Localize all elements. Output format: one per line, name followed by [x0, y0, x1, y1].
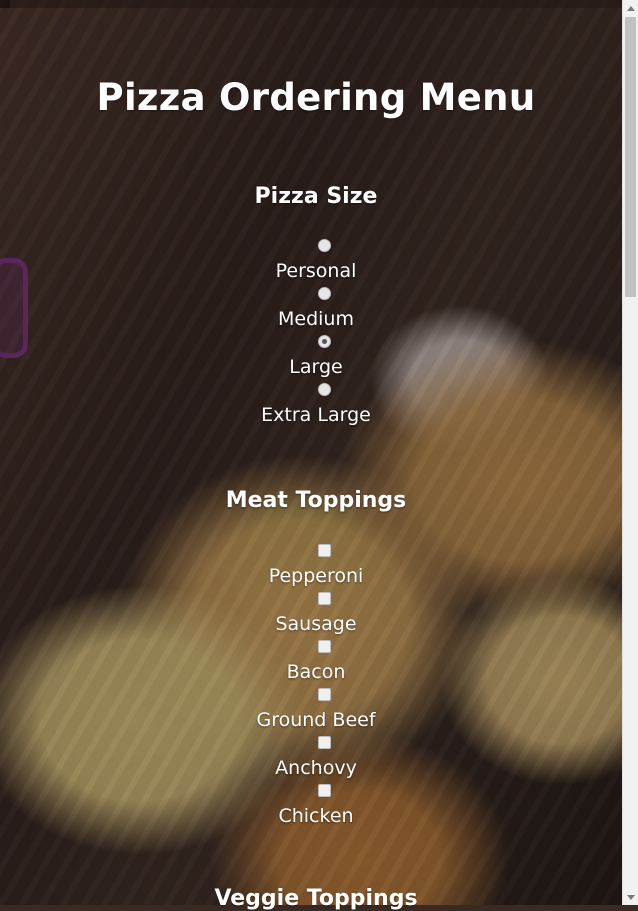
page-title: Pizza Ordering Menu: [96, 76, 536, 119]
size-label-extra-large: Extra Large: [261, 404, 371, 426]
meat-checkbox-sausage[interactable]: [318, 592, 331, 605]
scroll-down-arrow-icon[interactable]: [623, 889, 638, 905]
scroll-thumb[interactable]: [625, 17, 636, 297]
meat-label-pepperoni: Pepperoni: [268, 565, 364, 587]
meat-label-anchovy: Anchovy: [275, 757, 357, 779]
size-radio-large[interactable]: [318, 335, 331, 348]
meat-label-bacon: Bacon: [286, 661, 346, 683]
meat-checkbox-anchovy[interactable]: [318, 736, 331, 749]
top-edge: [0, 0, 622, 8]
size-radio-medium[interactable]: [318, 287, 331, 300]
meat-checkbox-bacon[interactable]: [318, 640, 331, 653]
vertical-scrollbar[interactable]: [622, 0, 638, 905]
meat-label-ground-beef: Ground Beef: [256, 709, 376, 731]
size-label-large: Large: [289, 356, 343, 378]
meat-checkbox-ground-beef[interactable]: [318, 688, 331, 701]
size-radio-personal[interactable]: [318, 239, 331, 252]
size-label-medium: Medium: [278, 308, 354, 330]
left-edge: [0, 0, 10, 905]
meat-label-chicken: Chicken: [278, 805, 354, 827]
size-radio-extra-large[interactable]: [318, 383, 331, 396]
size-label-personal: Personal: [275, 260, 357, 282]
veggie-heading: Veggie Toppings: [214, 886, 418, 911]
size-heading: Pizza Size: [254, 184, 378, 209]
meat-heading: Meat Toppings: [225, 488, 407, 513]
scroll-up-arrow-icon[interactable]: [623, 0, 638, 16]
menu-content: Pizza Ordering Menu Pizza Size Personal …: [10, 8, 622, 911]
meat-checkbox-chicken[interactable]: [318, 784, 331, 797]
meat-checkbox-pepperoni[interactable]: [318, 544, 331, 557]
meat-label-sausage: Sausage: [275, 613, 357, 635]
